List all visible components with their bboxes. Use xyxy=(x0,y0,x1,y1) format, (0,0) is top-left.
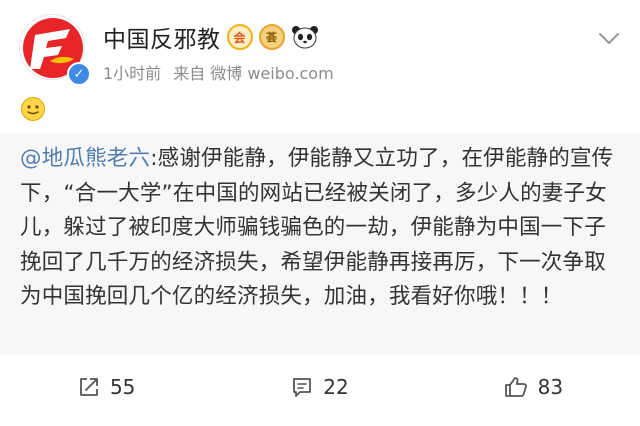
post-time: 1小时前 xyxy=(103,64,162,83)
repost-icon xyxy=(80,378,98,396)
avatar[interactable]: ✓ xyxy=(19,14,91,86)
chevron-down-icon[interactable] xyxy=(596,28,622,48)
username[interactable]: 中国反邪教 xyxy=(103,20,221,54)
thumbs-up-icon xyxy=(504,377,527,397)
name-row: 中国反邪教 会 荟 xyxy=(103,20,319,54)
comment-count: 22 xyxy=(323,375,349,399)
comment-icon xyxy=(293,378,312,397)
weibo-post-card: ✓ 中国反邪教 会 荟 1小时前 来自 微博 weibo.com @地瓜熊老六:… xyxy=(0,0,640,426)
repost-button[interactable]: 55 xyxy=(0,358,213,416)
smile-emoji-icon xyxy=(20,96,46,122)
mention-link[interactable]: @地瓜熊老六 xyxy=(20,146,150,171)
medal-badge-icon[interactable]: 荟 xyxy=(258,24,285,50)
like-count: 83 xyxy=(537,375,564,399)
vip-badge-icon[interactable]: 会 xyxy=(226,24,253,50)
post-source[interactable]: 来自 微博 weibo.com xyxy=(173,60,333,84)
repost-text: @地瓜熊老六:感谢伊能静，伊能静又立功了，在伊能静的宣传下，“合一大学”在中国的… xyxy=(20,142,626,315)
repost-count: 55 xyxy=(109,375,136,399)
panda-badge-icon[interactable] xyxy=(290,24,319,50)
comment-button[interactable]: 22 xyxy=(213,358,426,416)
post-meta: 1小时前 来自 微博 weibo.com xyxy=(103,60,334,84)
action-bar: 55 22 83 xyxy=(0,358,640,416)
like-button[interactable]: 83 xyxy=(427,358,640,416)
verified-badge-icon: ✓ xyxy=(67,62,91,86)
